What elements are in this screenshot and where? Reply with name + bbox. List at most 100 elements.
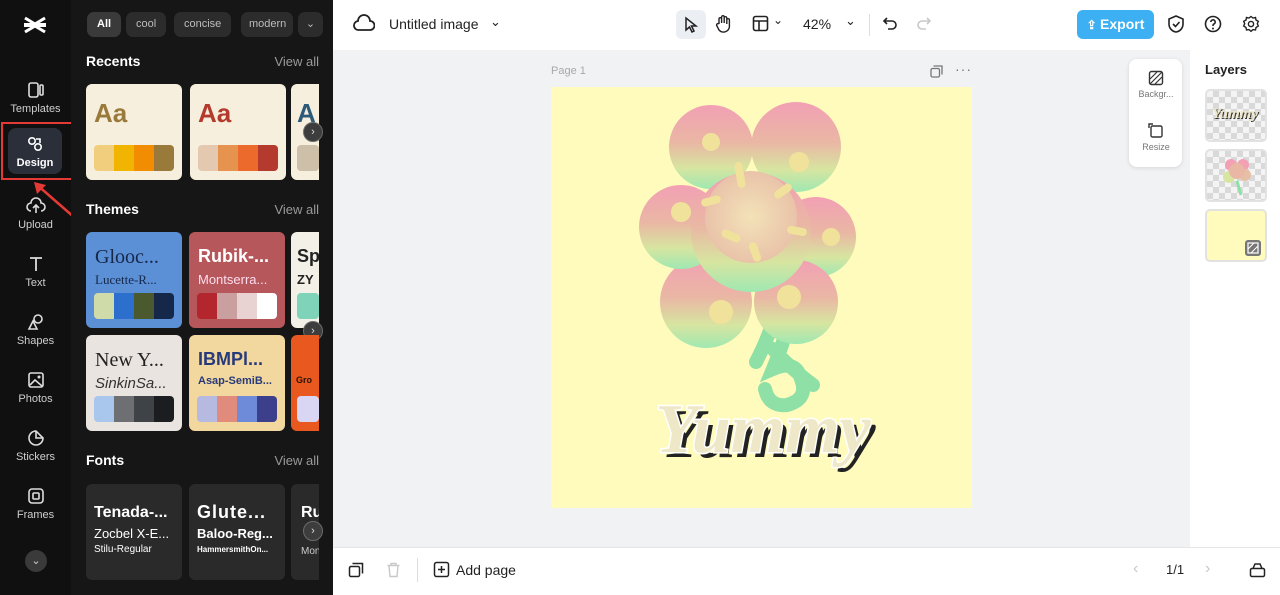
export-button[interactable]: ⇪ Export — [1077, 10, 1154, 39]
rail-label: Photos — [18, 393, 53, 405]
layer-text[interactable]: Yummy — [1205, 89, 1267, 142]
resize-tool[interactable]: Resize — [1130, 123, 1182, 152]
add-page-icon — [433, 561, 450, 578]
theme-subtitle: Lucette-R... — [95, 272, 157, 287]
resize-label: Resize — [1142, 142, 1170, 152]
design-highlight-box — [1, 122, 75, 180]
rail-label: Stickers — [15, 451, 56, 463]
font-line-3: HammersmithOn... — [197, 545, 269, 554]
recents-scroll-right[interactable]: › — [303, 122, 323, 142]
duplicate-page-icon[interactable] — [930, 65, 943, 78]
chip-concise[interactable]: concise — [174, 12, 232, 37]
expand-pages-icon[interactable] — [1249, 562, 1266, 578]
lollipop-flower-illustration[interactable]: Yummy Yummy — [551, 87, 972, 508]
background-label: Backgr... — [1138, 89, 1174, 99]
chevron-down-icon: ⌄ — [31, 555, 41, 567]
rail-label: Shapes — [16, 335, 55, 347]
rail-item-shapes[interactable]: Shapes — [0, 306, 71, 356]
trash-icon[interactable] — [386, 562, 401, 578]
design-page[interactable]: Yummy Yummy — [551, 87, 972, 508]
theme-card-4[interactable]: New Y... SinkinSa... — [86, 335, 182, 431]
layout-icon[interactable] — [752, 15, 769, 32]
templates-icon — [27, 82, 44, 98]
chevron-down-icon[interactable]: ⌄ — [845, 13, 856, 29]
add-page-label: Add page — [456, 561, 516, 578]
color-swatches — [297, 396, 319, 422]
frames-icon — [27, 488, 44, 504]
color-swatches — [297, 145, 319, 171]
rail-item-photos[interactable]: Photos — [0, 364, 71, 414]
resize-icon — [1148, 123, 1163, 138]
next-page-icon[interactable]: › — [1205, 560, 1210, 578]
undo-icon[interactable] — [882, 15, 898, 31]
theme-title: Sp — [297, 246, 319, 266]
font-card-1[interactable]: Tenada-... Zocbel X-E... Stilu-Regular — [86, 484, 182, 580]
theme-card-5[interactable]: IBMPl... Asap-SemiB... — [189, 335, 285, 431]
theme-subtitle: ZY — [297, 272, 314, 287]
rail-item-frames[interactable]: Frames — [0, 480, 71, 530]
layer-background[interactable] — [1205, 209, 1267, 262]
help-icon[interactable] — [1204, 15, 1222, 33]
prev-page-icon[interactable]: ‹ — [1133, 560, 1138, 578]
theme-card-2[interactable]: Rubik-... Montserra... — [189, 232, 285, 328]
export-label: Export — [1100, 16, 1145, 32]
theme-card-6[interactable]: Gro — [291, 335, 319, 431]
chip-modern[interactable]: modern — [241, 12, 293, 37]
shield-icon[interactable] — [1167, 14, 1185, 34]
themes-view-all[interactable]: View all — [274, 202, 319, 217]
divider — [417, 558, 418, 582]
font-line-2: Zocbel X-E... — [94, 526, 170, 541]
font-line-3: Mon — [301, 546, 319, 557]
cloud-icon[interactable] — [353, 14, 375, 34]
layer-text-preview: Yummy — [1212, 106, 1259, 122]
rail-item-templates[interactable]: Templates — [0, 74, 71, 124]
recent-card-1[interactable]: Aa — [86, 84, 182, 180]
theme-subtitle: Gro — [296, 375, 313, 385]
theme-card-3[interactable]: Sp ZY — [291, 232, 319, 328]
recents-view-all[interactable]: View all — [274, 54, 319, 69]
font-line-1: Tenada-... — [94, 504, 168, 521]
theme-subtitle: Asap-SemiB... — [198, 375, 272, 387]
chevron-down-icon: ⌄ — [305, 18, 316, 30]
background-tool[interactable]: Backgr... — [1130, 70, 1182, 99]
page-counter: 1/1 — [1166, 562, 1185, 577]
fonts-scroll-right[interactable]: › — [303, 521, 323, 541]
export-icon: ⇪ — [1086, 18, 1101, 32]
theme-title: New Y... — [95, 349, 164, 371]
layer-illustration[interactable] — [1205, 149, 1267, 202]
color-swatches — [197, 293, 277, 319]
more-options-icon[interactable]: ··· — [955, 61, 972, 77]
recent-card-2[interactable]: Aa — [190, 84, 286, 180]
artwork-text[interactable]: Yummy — [654, 390, 873, 470]
redo-icon[interactable] — [916, 15, 932, 31]
chips-expand-button[interactable]: ⌄ — [298, 12, 323, 37]
theme-title: Glooc... — [95, 246, 159, 268]
chevron-down-icon[interactable]: ⌄ — [490, 14, 501, 30]
add-page-button[interactable]: Add page — [433, 561, 516, 578]
capcut-logo[interactable] — [20, 10, 50, 45]
rail-more-button[interactable]: ⌄ — [25, 550, 47, 572]
theme-card-1[interactable]: Glooc... Lucette-R... — [86, 232, 182, 328]
rail-item-stickers[interactable]: Stickers — [0, 422, 71, 472]
themes-title: Themes — [86, 201, 139, 217]
card-preview-text: Aa — [94, 98, 128, 128]
chip-all[interactable]: All — [87, 12, 122, 37]
fonts-title: Fonts — [86, 452, 125, 468]
fonts-view-all[interactable]: View all — [274, 453, 319, 468]
gear-icon[interactable] — [1242, 15, 1260, 33]
font-line-1: Ru — [301, 504, 319, 521]
design-panel: All cool concise modern ⌄ Recents View a… — [71, 0, 333, 595]
rail-item-text[interactable]: Text — [0, 248, 71, 298]
select-tool-button[interactable] — [676, 10, 706, 39]
top-bar: Untitled image ⌄ ⌄ 42% ⌄ ⇪ Export — [333, 0, 1280, 50]
theme-title: Rubik-... — [198, 246, 269, 266]
font-card-2[interactable]: Glute... Baloo-Reg... HammersmithOn... — [189, 484, 285, 580]
chevron-down-icon[interactable]: ⌄ — [773, 13, 783, 27]
font-line-2: Baloo-Reg... — [197, 526, 273, 541]
hand-icon[interactable] — [715, 14, 733, 34]
chip-cool[interactable]: cool — [126, 12, 167, 37]
document-title[interactable]: Untitled image — [389, 16, 479, 32]
zoom-level[interactable]: 42% — [803, 16, 831, 32]
duplicate-icon[interactable] — [348, 562, 364, 578]
shapes-icon — [27, 314, 43, 330]
